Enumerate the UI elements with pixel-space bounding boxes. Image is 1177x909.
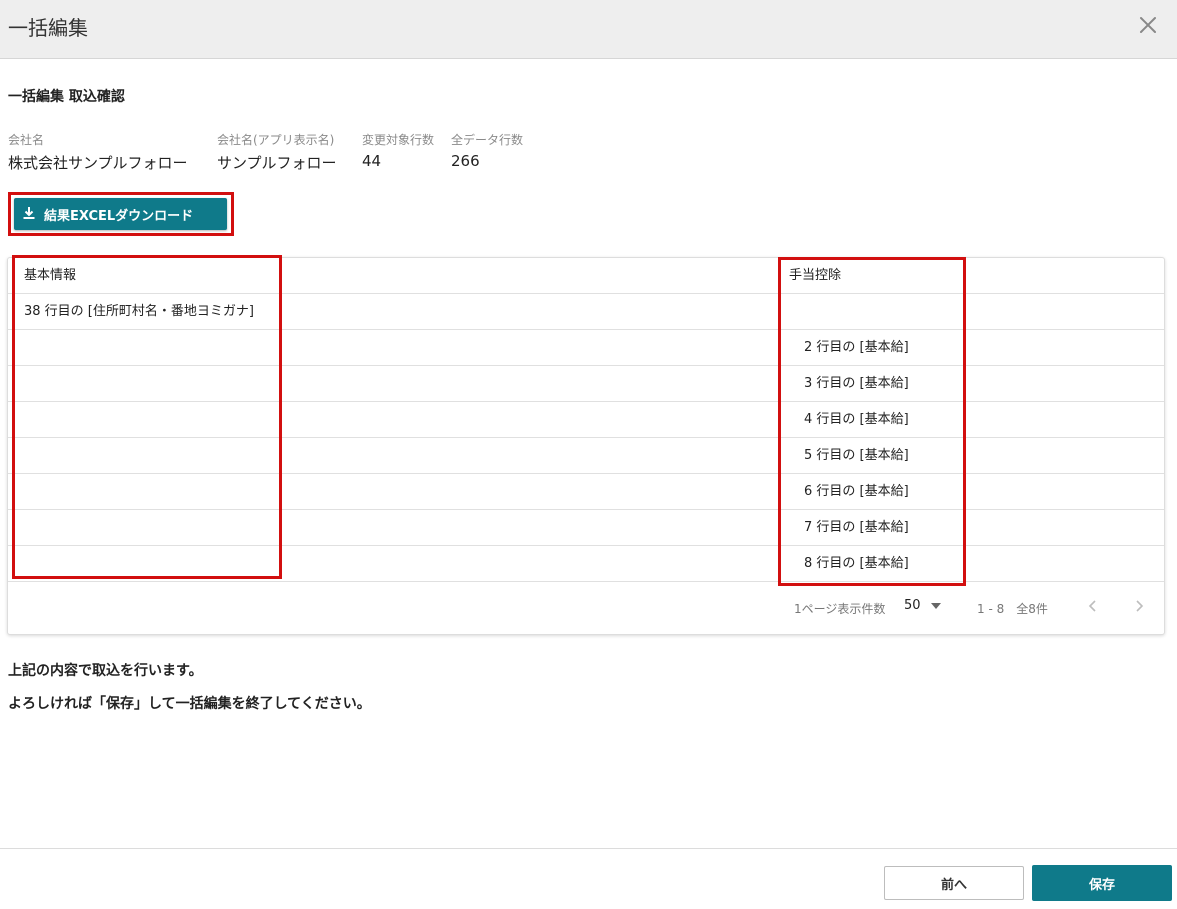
download-icon [22, 205, 36, 224]
info-value: 44 [362, 152, 382, 170]
pagination: 1ページ表示件数 50 1 - 8 全8件 [8, 583, 1164, 633]
download-excel-button[interactable]: 結果EXCELダウンロード [14, 198, 227, 230]
download-button-label: 結果EXCELダウンロード [44, 208, 194, 224]
table-row: 2 行目の [基本給] [8, 330, 1164, 366]
info-value: サンプルフォロー [217, 154, 337, 172]
message-line-1: 上記の内容で取込を行います。 [8, 663, 203, 679]
section-title: 一括編集 取込確認 [8, 89, 125, 105]
info-value: 株式会社サンプルフォロー [8, 154, 188, 172]
info-label: 会社名 [8, 133, 45, 147]
table-header-row: 基本情報 手当控除 [8, 258, 1164, 294]
table-cell: 5 行目の [基本給] [804, 448, 909, 463]
table-cell: 7 行目の [基本給] [804, 520, 909, 535]
info-company: 会社名 株式会社サンプルフォロー [8, 131, 188, 173]
dialog-title: 一括編集 [8, 16, 88, 40]
info-changed-rows: 変更対象行数 44 [362, 131, 434, 170]
table-row: 38 行目の [住所町村名・番地ヨミガナ] [8, 294, 1164, 330]
table-row: 5 行目の [基本給] [8, 438, 1164, 474]
close-icon[interactable] [1137, 14, 1159, 36]
per-page-label: 1ページ表示件数 [794, 602, 886, 616]
per-page-select[interactable]: 50 [904, 598, 941, 613]
table-cell: 3 行目の [基本給] [804, 376, 909, 391]
table-row: 6 行目の [基本給] [8, 474, 1164, 510]
dialog-header: 一括編集 [0, 0, 1177, 59]
chevron-left-icon[interactable] [1083, 596, 1103, 616]
table-cell: 38 行目の [住所町村名・番地ヨミガナ] [24, 304, 254, 319]
message-line-2: よろしければ「保存」して一括編集を終了してください。 [8, 696, 371, 712]
per-page-value: 50 [904, 598, 921, 613]
column-header-basic-info: 基本情報 [24, 268, 77, 283]
back-button[interactable]: 前へ [884, 866, 1024, 900]
info-value: 266 [451, 152, 480, 170]
table-row: 3 行目の [基本給] [8, 366, 1164, 402]
save-button[interactable]: 保存 [1032, 865, 1172, 901]
info-label: 変更対象行数 [362, 133, 435, 147]
table-cell: 4 行目の [基本給] [804, 412, 909, 427]
table-cell: 2 行目の [基本給] [804, 340, 909, 355]
chevron-right-icon[interactable] [1129, 596, 1149, 616]
info-label: 全データ行数 [451, 133, 524, 147]
table-row: 8 行目の [基本給] [8, 546, 1164, 582]
table-row: 7 行目の [基本給] [8, 510, 1164, 546]
column-header-allowance: 手当控除 [789, 268, 842, 283]
info-app-name: 会社名(アプリ表示名) サンプルフォロー [217, 131, 337, 173]
table-cell: 6 行目の [基本給] [804, 484, 909, 499]
table-cell: 8 行目の [基本給] [804, 556, 909, 571]
footer-divider [0, 848, 1177, 849]
info-total-rows: 全データ行数 266 [451, 131, 523, 170]
result-table: 基本情報 手当控除 38 行目の [住所町村名・番地ヨミガナ] 2 行目の [基… [7, 257, 1165, 635]
caret-down-icon [930, 602, 941, 609]
info-label: 会社名(アプリ表示名) [217, 133, 335, 147]
page-range: 1 - 8 全8件 [977, 602, 1048, 616]
table-row: 4 行目の [基本給] [8, 402, 1164, 438]
